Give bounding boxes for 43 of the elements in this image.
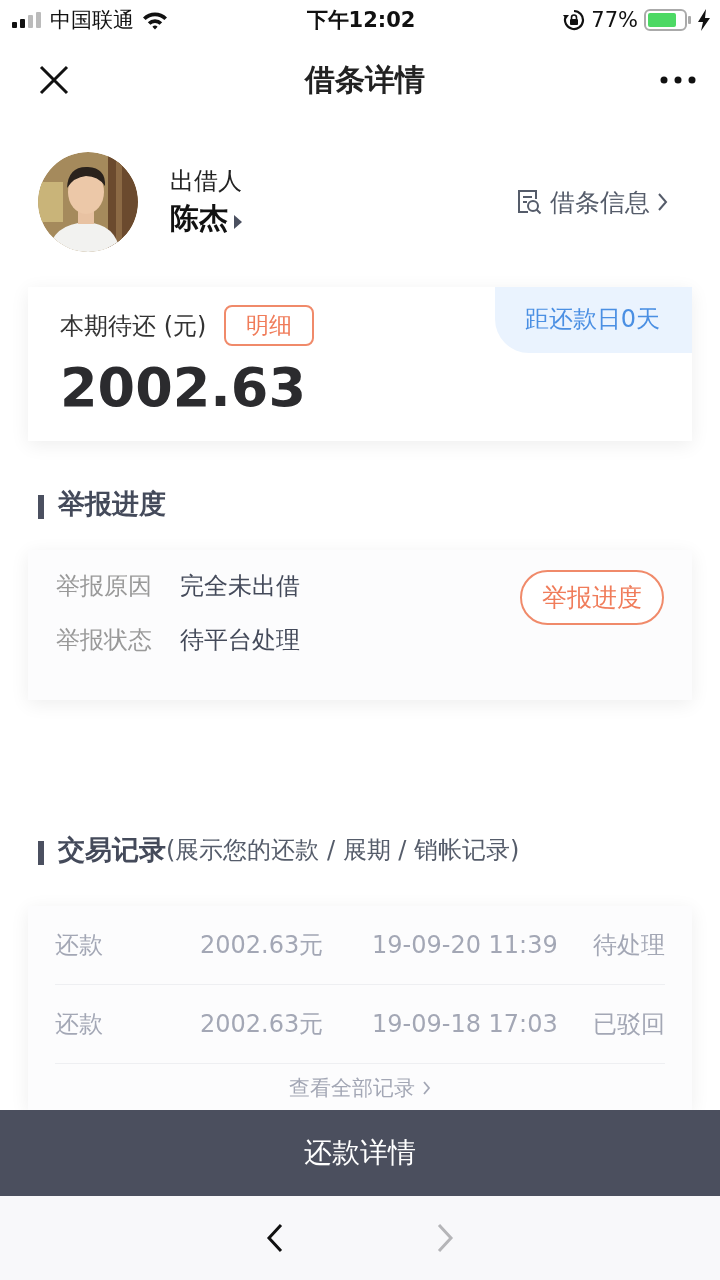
field-value: 完全未出借 bbox=[180, 571, 300, 602]
due-label: 本期待还 (元) bbox=[60, 310, 207, 342]
record-time: 19-09-20 11:39 bbox=[372, 931, 559, 959]
report-progress-button[interactable]: 举报进度 bbox=[520, 570, 664, 625]
record-status: 已驳回 bbox=[593, 1009, 665, 1040]
section-title: 举报进度 bbox=[58, 487, 166, 521]
chevron-right-icon bbox=[658, 193, 668, 211]
document-search-icon bbox=[516, 189, 542, 215]
lender-label: 出借人 bbox=[170, 166, 243, 197]
signal-icon bbox=[12, 12, 42, 28]
page-title: 借条详情 bbox=[305, 60, 425, 99]
rotation-lock-icon bbox=[563, 9, 586, 31]
section-marker bbox=[38, 495, 44, 519]
section-subtitle: (展示您的还款 / 展期 / 销帐记录) bbox=[166, 835, 520, 866]
field-label: 举报原因 bbox=[56, 571, 152, 602]
record-time: 19-09-18 17:03 bbox=[372, 1010, 559, 1038]
caret-icon[interactable] bbox=[234, 215, 242, 229]
repayment-details-button[interactable]: 还款详情 bbox=[0, 1110, 720, 1196]
battery-icon bbox=[644, 9, 692, 31]
clock-time: 下午12:02 bbox=[306, 7, 416, 34]
carrier-name: 中国联通 bbox=[50, 7, 134, 34]
due-amount: 2002.63 bbox=[60, 356, 306, 419]
charging-icon bbox=[698, 9, 710, 31]
view-all-link[interactable]: 查看全部记录 bbox=[289, 1074, 431, 1102]
back-icon[interactable] bbox=[265, 1223, 285, 1253]
field-value: 待平台处理 bbox=[180, 625, 300, 656]
section-title: 交易记录 bbox=[58, 833, 166, 867]
field-label: 举报状态 bbox=[56, 625, 152, 656]
record-amount: 2002.63元 bbox=[200, 930, 325, 961]
record-status: 待处理 bbox=[593, 930, 665, 961]
loan-info-link[interactable]: 借条信息 bbox=[516, 185, 668, 219]
lender-name: 陈杰 bbox=[170, 200, 228, 237]
section-marker bbox=[38, 841, 44, 865]
close-icon[interactable] bbox=[38, 64, 70, 96]
due-countdown: 距还款日0天 bbox=[494, 287, 692, 353]
detail-button[interactable]: 明细 bbox=[224, 305, 315, 346]
battery-percent: 77% bbox=[591, 8, 638, 32]
record-type: 还款 bbox=[55, 1009, 104, 1040]
wifi-icon bbox=[142, 10, 168, 30]
chevron-right-icon bbox=[423, 1081, 431, 1095]
more-icon[interactable] bbox=[660, 76, 696, 84]
record-type: 还款 bbox=[55, 930, 104, 961]
record-amount: 2002.63元 bbox=[200, 1009, 325, 1040]
